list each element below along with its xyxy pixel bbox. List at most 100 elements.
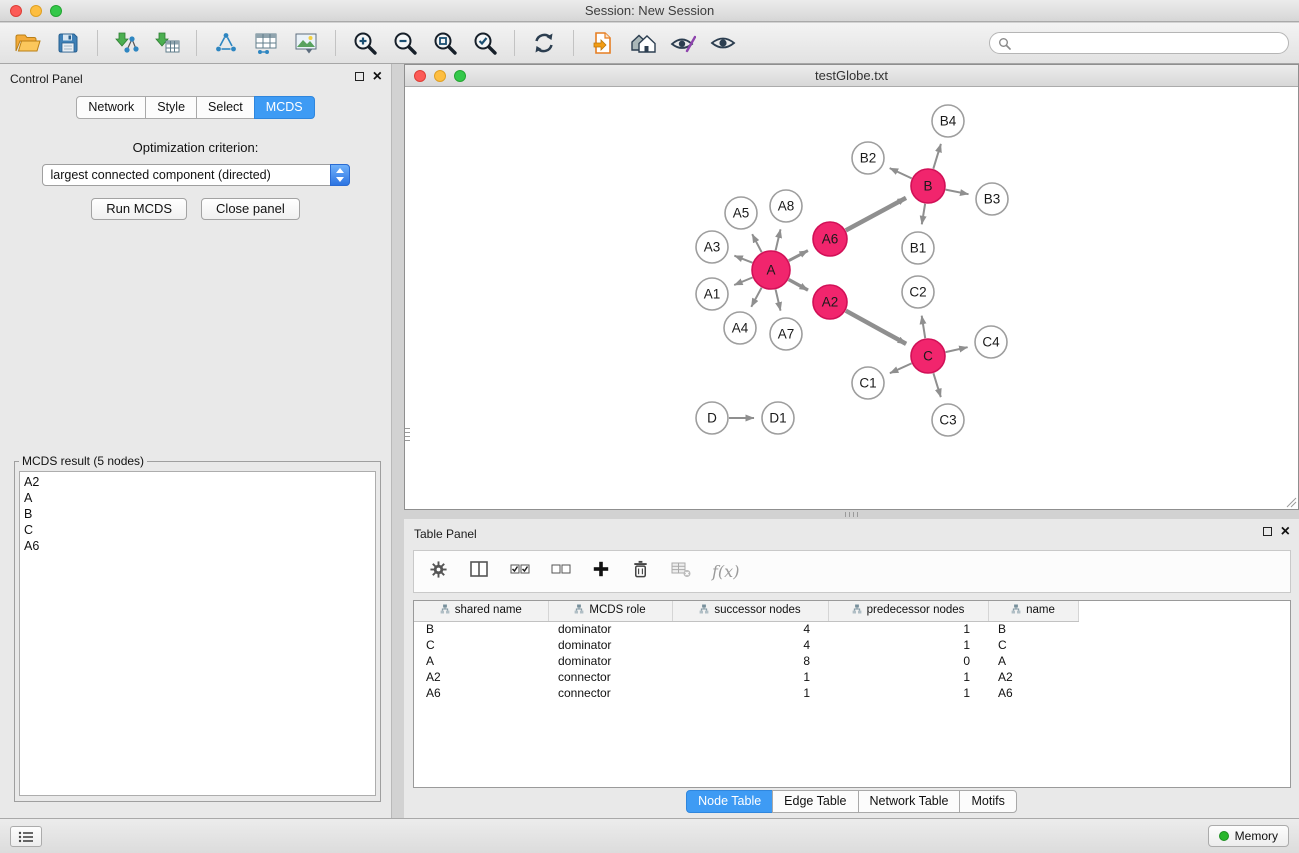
node-A8[interactable]: A8 xyxy=(770,190,802,222)
network-close-button[interactable] xyxy=(414,70,426,82)
node-A1[interactable]: A1 xyxy=(696,278,728,310)
table-cell[interactable]: 1 xyxy=(828,685,988,701)
function-builder-button[interactable]: f(x) xyxy=(712,562,739,581)
column-header-mcds-role[interactable]: MCDS role xyxy=(548,601,672,621)
table-cell[interactable]: 8 xyxy=(672,653,828,669)
zoom-selected-button[interactable] xyxy=(465,26,505,60)
table-cell[interactable]: A6 xyxy=(414,685,548,701)
column-selector-button[interactable] xyxy=(469,559,489,584)
column-header-predecessor-nodes[interactable]: predecessor nodes xyxy=(828,601,988,621)
eye-pencil-button[interactable] xyxy=(663,26,703,60)
close-table-panel-icon[interactable]: × xyxy=(1281,526,1290,537)
table-cell[interactable]: A2 xyxy=(988,669,1078,685)
node-C4[interactable]: C4 xyxy=(975,326,1007,358)
table-cell[interactable]: A2 xyxy=(414,669,548,685)
table-cell[interactable]: dominator xyxy=(548,621,672,637)
node-A7[interactable]: A7 xyxy=(770,318,802,350)
node-D[interactable]: D xyxy=(696,402,728,434)
network-canvas[interactable]: AA6A2BCA1A3A4A5A7A8B1B2B3B4C1C2C3C4DD1 xyxy=(405,88,1298,509)
gear-button[interactable] xyxy=(429,560,448,584)
node-A4[interactable]: A4 xyxy=(724,312,756,344)
table-cell[interactable]: 1 xyxy=(828,669,988,685)
node-B[interactable]: B xyxy=(911,169,945,203)
deselect-all-button[interactable] xyxy=(551,561,571,582)
table-cell[interactable]: 4 xyxy=(672,621,828,637)
table-cell[interactable]: 4 xyxy=(672,637,828,653)
tab-select[interactable]: Select xyxy=(196,96,255,119)
tab-node-table[interactable]: Node Table xyxy=(686,790,773,813)
node-A2[interactable]: A2 xyxy=(813,285,847,319)
node-A5[interactable]: A5 xyxy=(725,197,757,229)
table-row-b[interactable]: Bdominator41B xyxy=(414,621,1290,637)
document-arrow-button[interactable] xyxy=(583,26,623,60)
import-table-button[interactable] xyxy=(147,26,187,60)
mcds-result-list[interactable]: A2ABCA6 xyxy=(19,471,376,796)
edge-B-B1[interactable] xyxy=(922,204,925,225)
table-cell[interactable]: 0 xyxy=(828,653,988,669)
task-history-button[interactable] xyxy=(10,826,42,847)
table-cell[interactable]: 1 xyxy=(828,637,988,653)
network-triangle-button[interactable] xyxy=(206,26,246,60)
node-B2[interactable]: B2 xyxy=(852,142,884,174)
edge-C-C4[interactable] xyxy=(946,347,968,352)
tab-motifs[interactable]: Motifs xyxy=(959,790,1016,813)
edge-B-B3[interactable] xyxy=(946,190,969,195)
table-cell[interactable]: 1 xyxy=(672,669,828,685)
edge-A6-B[interactable] xyxy=(846,198,906,231)
save-button[interactable] xyxy=(48,26,88,60)
import-network-button[interactable] xyxy=(107,26,147,60)
table-cell[interactable]: A xyxy=(988,653,1078,669)
edge-B-B4[interactable] xyxy=(933,144,941,169)
select-all-button[interactable] xyxy=(510,561,530,582)
table-cell[interactable]: A xyxy=(414,653,548,669)
node-C1[interactable]: C1 xyxy=(852,367,884,399)
close-window-button[interactable] xyxy=(10,5,22,17)
zoom-out-button[interactable] xyxy=(385,26,425,60)
network-zoom-button[interactable] xyxy=(454,70,466,82)
table-cell[interactable]: dominator xyxy=(548,637,672,653)
network-table-button[interactable] xyxy=(246,26,286,60)
run-mcds-button[interactable]: Run MCDS xyxy=(91,198,187,220)
column-header-shared-name[interactable]: shared name xyxy=(414,601,548,621)
zoom-window-button[interactable] xyxy=(50,5,62,17)
edge-A-A7[interactable] xyxy=(776,290,781,311)
table-cell[interactable]: dominator xyxy=(548,653,672,669)
table-row-c[interactable]: Cdominator41C xyxy=(414,637,1290,653)
edge-C-C3[interactable] xyxy=(933,373,940,397)
table-cell[interactable]: B xyxy=(414,621,548,637)
horizontal-splitter-handle[interactable] xyxy=(845,512,859,517)
close-panel-icon[interactable]: × xyxy=(373,71,382,82)
resize-corner-icon[interactable] xyxy=(1285,496,1297,508)
edge-B-B2[interactable] xyxy=(890,168,912,178)
float-table-panel-icon[interactable] xyxy=(1263,527,1272,536)
table-cell[interactable]: connector xyxy=(548,685,672,701)
result-item-a[interactable]: A xyxy=(24,490,371,506)
table-cell[interactable]: A6 xyxy=(988,685,1078,701)
open-folder-button[interactable] xyxy=(8,26,48,60)
edge-C-C1[interactable] xyxy=(890,363,912,373)
node-B3[interactable]: B3 xyxy=(976,183,1008,215)
table-cell[interactable]: 1 xyxy=(672,685,828,701)
export-image-button[interactable] xyxy=(286,26,326,60)
table-row-a[interactable]: Adominator80A xyxy=(414,653,1290,669)
network-window-titlebar[interactable]: testGlobe.txt xyxy=(405,65,1298,87)
table-row-a6[interactable]: A6connector11A6 xyxy=(414,685,1290,701)
vertical-splitter-handle[interactable] xyxy=(405,427,410,441)
network-minimize-button[interactable] xyxy=(434,70,446,82)
edge-A-A8[interactable] xyxy=(776,229,781,250)
edge-C-C2[interactable] xyxy=(922,316,926,339)
delete-button[interactable] xyxy=(631,559,650,584)
node-A[interactable]: A xyxy=(752,251,790,289)
edge-A-A1[interactable] xyxy=(734,278,752,286)
node-C3[interactable]: C3 xyxy=(932,404,964,436)
node-B4[interactable]: B4 xyxy=(932,105,964,137)
memory-button[interactable]: Memory xyxy=(1208,825,1289,847)
edge-A-A2[interactable] xyxy=(789,280,808,291)
edge-A-A4[interactable] xyxy=(751,288,761,307)
homes-button[interactable] xyxy=(623,26,663,60)
table-cell[interactable]: 1 xyxy=(828,621,988,637)
tab-mcds[interactable]: MCDS xyxy=(254,96,315,119)
edge-A-A5[interactable] xyxy=(752,234,762,252)
node-C[interactable]: C xyxy=(911,339,945,373)
result-item-a6[interactable]: A6 xyxy=(24,538,371,554)
